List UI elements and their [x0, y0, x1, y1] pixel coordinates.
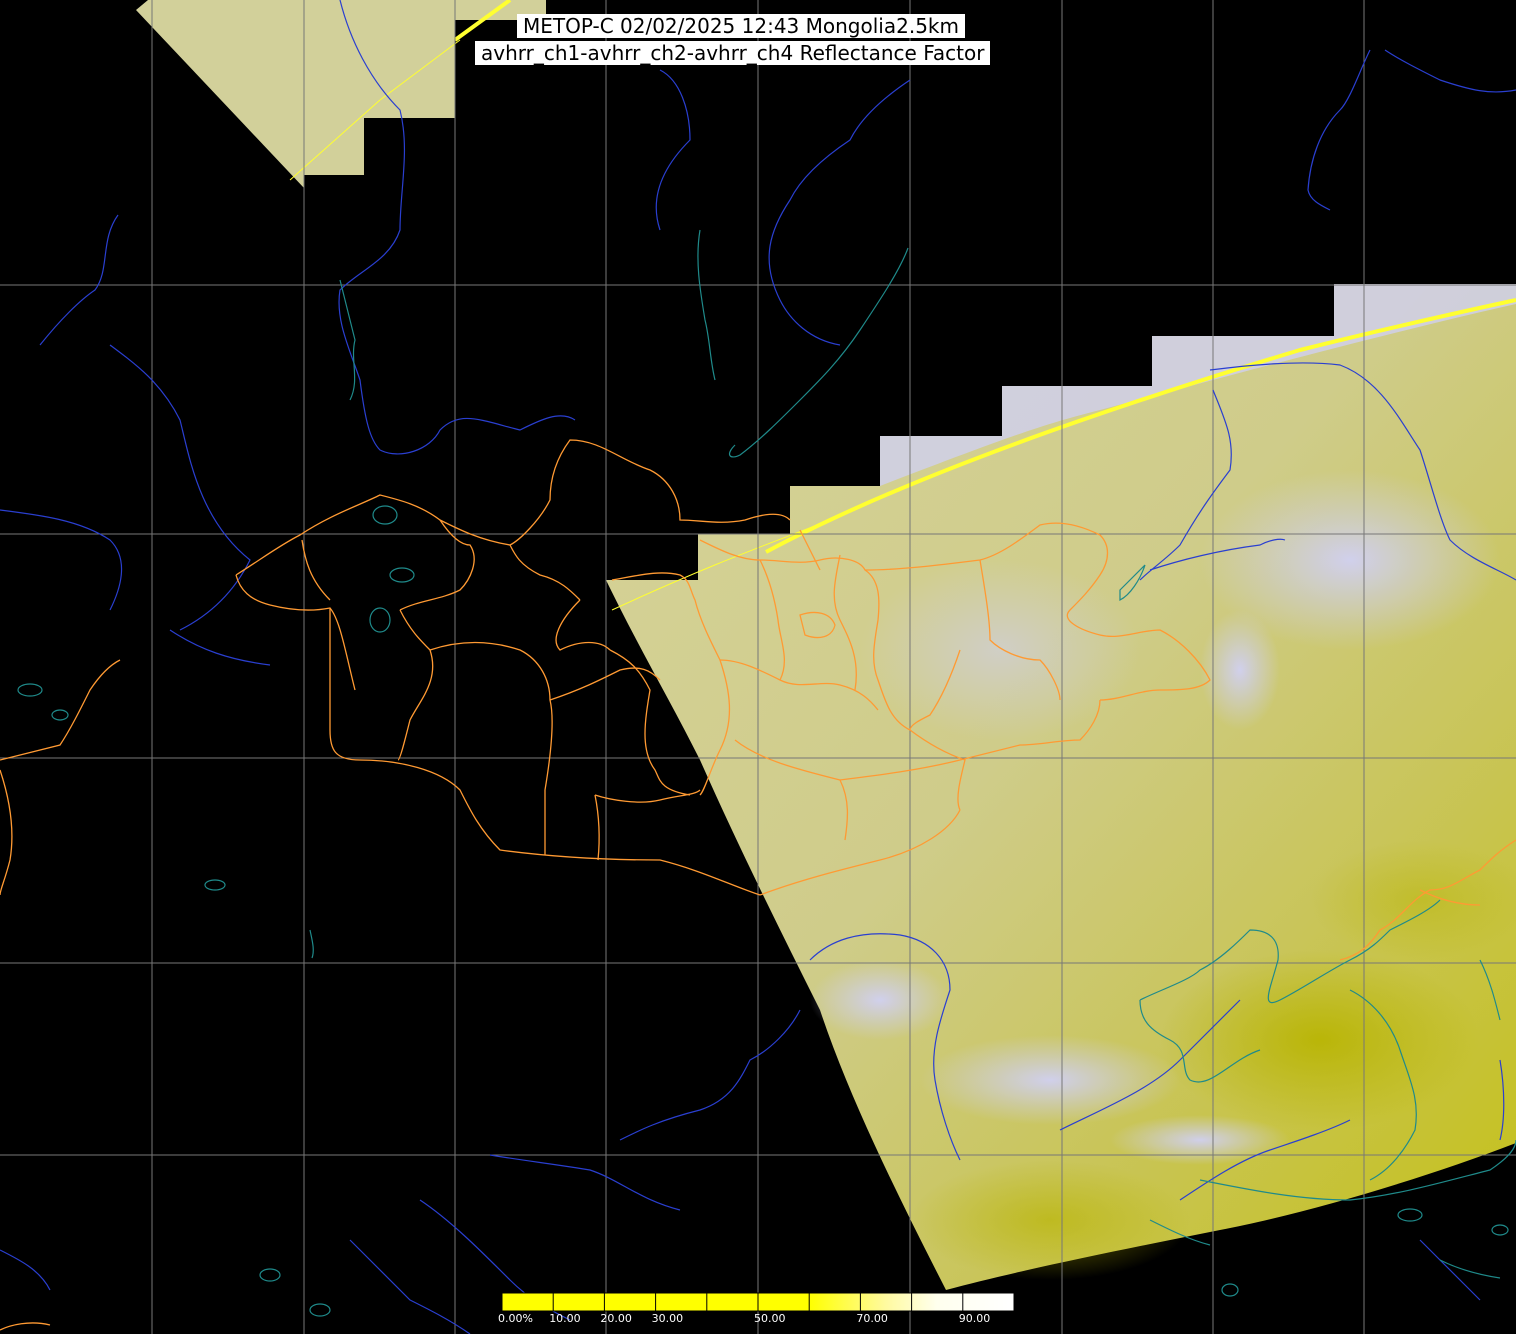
colorbar-label-6: 90.00: [958, 1312, 991, 1325]
colorbar-label-4: 50.00: [754, 1312, 786, 1325]
colorbar-label-1: 10.00: [549, 1312, 581, 1325]
title-line-2: avhrr_ch1-avhrr_ch2-avhrr_ch4 Reflectanc…: [475, 41, 991, 65]
colorbar-label-0: 0.00%: [498, 1312, 533, 1325]
colorbar: [501, 1292, 1015, 1312]
colorbar-label-5: 70.00: [856, 1312, 888, 1325]
cloud-patch-2: [1200, 610, 1280, 730]
satellite-map: [0, 0, 1516, 1334]
title-line-1: METOP-C 02/02/2025 12:43 Mongolia2.5km: [517, 14, 965, 38]
colorbar-labels: 0.00% 10.00 20.00 30.00 50.00 70.00 90.0…: [0, 1312, 1516, 1332]
cloud-patch-3: [920, 1035, 1180, 1125]
clear-region-2: [910, 1160, 1190, 1280]
cloud-patch-4: [810, 960, 950, 1040]
colorbar-label-3: 30.00: [651, 1312, 684, 1325]
colorbar-label-2: 20.00: [600, 1312, 632, 1325]
